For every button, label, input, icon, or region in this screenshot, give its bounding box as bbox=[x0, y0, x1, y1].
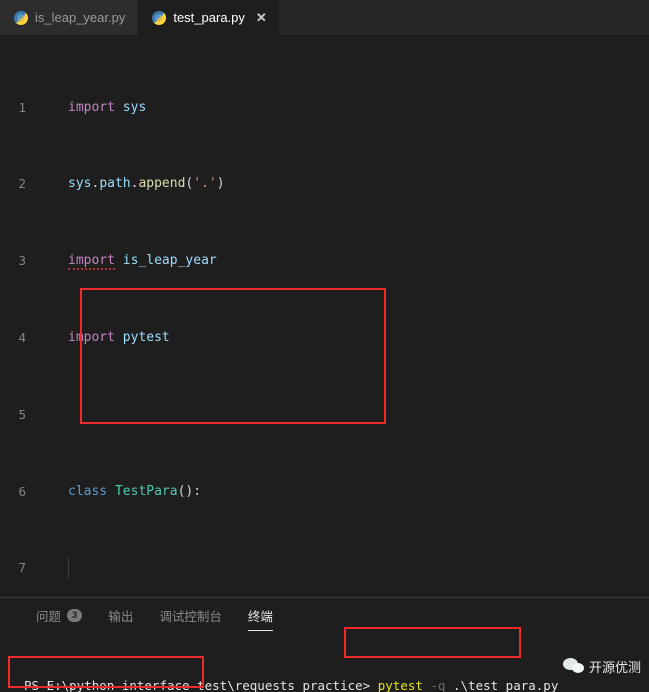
python-file-icon bbox=[14, 10, 28, 25]
editor-tab-test-para[interactable]: test_para.py ✕ bbox=[138, 0, 280, 35]
code-line: 4 import pytest bbox=[0, 328, 649, 347]
panel-tab-problems[interactable]: 问题 3 bbox=[36, 606, 83, 629]
close-icon[interactable]: ✕ bbox=[256, 11, 267, 24]
editor-tab-bar: is_leap_year.py test_para.py ✕ bbox=[0, 0, 649, 36]
line-code: class TestPara(): bbox=[68, 483, 202, 499]
editor-tab-is-leap-year[interactable]: is_leap_year.py bbox=[0, 0, 139, 35]
code-line: 7 bbox=[0, 558, 649, 578]
code-line: 3 import is_leap_year bbox=[0, 251, 649, 271]
problems-count-badge: 3 bbox=[67, 608, 83, 622]
editor-tab-label: test_para.py bbox=[173, 10, 245, 25]
line-number: 2 bbox=[18, 176, 26, 192]
panel-tab-label: 终端 bbox=[247, 609, 273, 624]
terminal-argument: .\test_para.py bbox=[453, 678, 559, 692]
terminal-command: pytest bbox=[377, 678, 423, 692]
python-file-icon bbox=[152, 10, 167, 25]
panel-tab-terminal[interactable]: 终端 bbox=[247, 606, 273, 631]
panel-tab-label: 调试控制台 bbox=[159, 609, 222, 624]
code-line: 5 bbox=[0, 405, 649, 424]
watermark-text: 开源优测 bbox=[588, 660, 641, 675]
bottom-panel: 问题 3 输出 调试控制台 终端 PS E:\python_interface_… bbox=[0, 597, 649, 692]
line-number: 5 bbox=[18, 406, 26, 422]
code-line: 6 class TestPara(): bbox=[0, 482, 649, 501]
line-number: 6 bbox=[18, 483, 26, 499]
terminal-command-line: PS E:\python_interface_test\requests_pra… bbox=[24, 676, 649, 692]
line-code: import is_leap_year bbox=[68, 253, 217, 271]
terminal-flag: -q bbox=[430, 678, 446, 692]
panel-tab-label: 输出 bbox=[108, 609, 134, 624]
line-code: import sys bbox=[68, 99, 147, 115]
vscode-window: is_leap_year.py test_para.py ✕ 1 import s… bbox=[0, 0, 649, 692]
line-code: import pytest bbox=[68, 330, 170, 345]
code-line: 2 sys.path.append('.') bbox=[0, 174, 649, 193]
line-number: 3 bbox=[18, 253, 26, 269]
code-content[interactable]: 1 import sys 2 sys.path.append('.') 3 impor… bbox=[0, 36, 649, 597]
line-number: 7 bbox=[18, 560, 26, 576]
panel-tab-label: 问题 bbox=[36, 609, 62, 624]
line-number: 1 bbox=[18, 99, 26, 115]
panel-tab-debug-console[interactable]: 调试控制台 bbox=[159, 606, 222, 629]
wechat-icon bbox=[562, 657, 585, 676]
editor-tab-label: is_leap_year.py bbox=[35, 10, 126, 25]
panel-tab-bar: 问题 3 输出 调试控制台 终端 bbox=[0, 598, 649, 632]
terminal-prompt: PS E:\python_interface_test\requests_pra… bbox=[24, 678, 371, 692]
watermark: 开源优测 bbox=[562, 657, 641, 676]
code-editor[interactable]: 1 import sys 2 sys.path.append('.') 3 impor… bbox=[0, 36, 649, 597]
code-line: 1 import sys bbox=[0, 98, 649, 117]
line-code: sys.path.append('.') bbox=[68, 176, 225, 192]
panel-tab-output[interactable]: 输出 bbox=[108, 606, 133, 629]
terminal-output[interactable]: PS E:\python_interface_test\requests_pra… bbox=[0, 632, 649, 692]
line-number: 4 bbox=[18, 330, 26, 345]
